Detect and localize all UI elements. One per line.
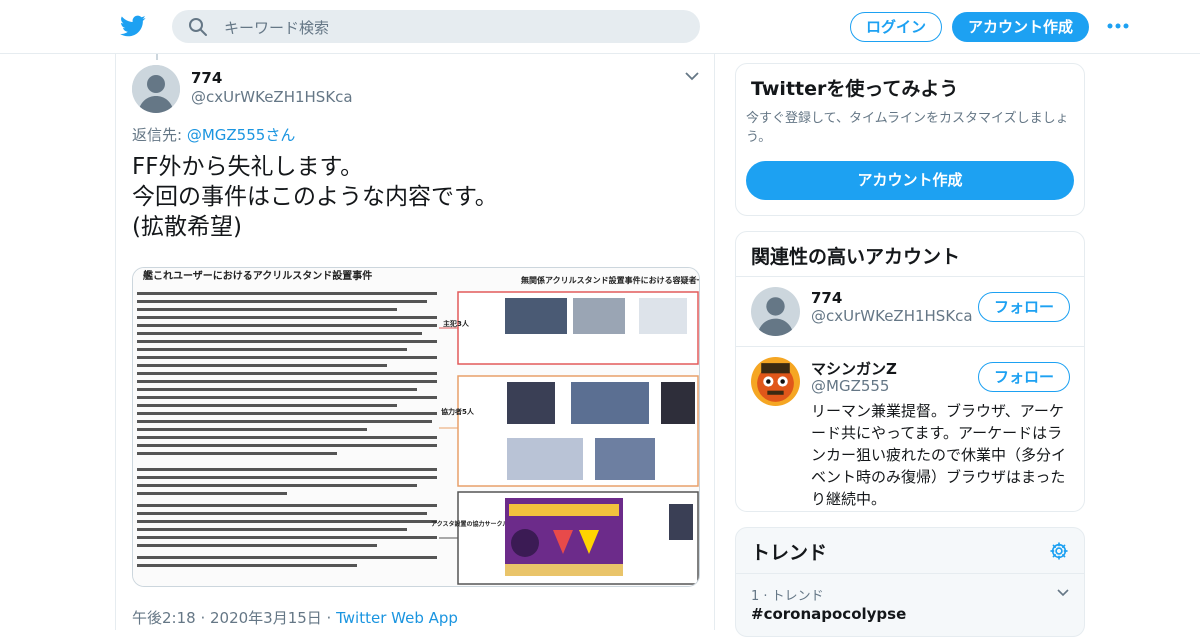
trends-title: トレンド (751, 542, 828, 564)
related-account-name[interactable]: 774 (811, 289, 842, 307)
related-accounts-card: 関連性の高いアカウント 774 @cxUrWKeZH1HSKca フォロー マシ… (735, 231, 1085, 512)
gear-icon[interactable] (1049, 541, 1069, 561)
default-avatar-icon (751, 287, 800, 336)
try-twitter-card: Twitterを使ってみよう 今すぐ登録して、タイムラインをカスタマイズしましょ… (735, 63, 1085, 216)
signup-button[interactable]: アカウント作成 (952, 12, 1089, 42)
tweet-detail: 774 @cxUrWKeZH1HSKca 返信先: @MGZ555さん FF外か… (115, 54, 715, 630)
related-account-name[interactable]: マシンガンZ (811, 358, 897, 379)
reply-context: 返信先: @MGZ555さん (132, 124, 295, 145)
tweet-attached-image[interactable]: 艦これユーザーにおけるアクリルスタンド設置事件 無関係アクリルスタンド設置事件に… (132, 267, 700, 587)
tweet-author-name[interactable]: 774 (191, 69, 222, 87)
divider (736, 573, 1084, 574)
related-account-handle[interactable]: @cxUrWKeZH1HSKca (811, 307, 973, 325)
create-account-button[interactable]: アカウント作成 (746, 161, 1074, 200)
follow-button[interactable]: フォロー (978, 362, 1070, 392)
image-section-main: 主犯3人 (443, 319, 470, 328)
image-left-title: 艦これユーザーにおけるアクリルスタンド設置事件 (143, 269, 372, 282)
chevron-down-icon[interactable] (684, 70, 700, 82)
trend-name[interactable]: #coronapocolypse (751, 605, 906, 623)
divider (736, 276, 1084, 277)
tweet-source-link[interactable]: Twitter Web App (336, 609, 458, 627)
search-icon (189, 18, 207, 36)
try-twitter-description: 今すぐ登録して、タイムラインをカスタマイズしましょう。 (746, 111, 1069, 145)
reply-suffix: さん (265, 126, 296, 144)
tweet-text: FF外から失礼します。 今回の事件はこのような内容です。 (拡散希望) (132, 154, 498, 240)
search-placeholder[interactable]: キーワード検索 (224, 17, 329, 38)
top-navigation-bar: キーワード検索 ログイン アカウント作成 (0, 0, 1200, 54)
divider (736, 346, 1084, 347)
trends-card: トレンド 1 · トレンド #coronapocolypse (735, 527, 1085, 637)
avatar[interactable] (132, 65, 180, 113)
search-box[interactable]: キーワード検索 (172, 10, 700, 43)
reply-prefix: 返信先: (132, 126, 187, 144)
image-section-circle: アクスタ設置の協力サークル (431, 520, 508, 528)
chevron-down-icon[interactable] (1056, 588, 1070, 598)
login-button[interactable]: ログイン (850, 12, 942, 42)
default-avatar-icon (132, 65, 180, 113)
thread-connector (156, 54, 158, 60)
related-accounts-title: 関連性の高いアカウント (751, 246, 961, 268)
try-twitter-title: Twitterを使ってみよう (751, 78, 959, 100)
tweet-time[interactable]: 午後2:18 · 2020年3月15日 · (132, 609, 336, 627)
avatar[interactable] (751, 357, 800, 406)
related-account-handle[interactable]: @MGZ555 (811, 377, 889, 395)
reply-target-link[interactable]: @MGZ555 (187, 126, 265, 144)
follow-button[interactable]: フォロー (978, 292, 1070, 322)
trend-rank: 1 · トレンド (751, 589, 824, 604)
image-right-title: 無関係アクリルスタンド設置事件における容疑者一覧 (521, 275, 699, 285)
robot-avatar-icon (751, 357, 800, 406)
twitter-bird-icon[interactable] (119, 13, 147, 39)
tweet-author-handle[interactable]: @cxUrWKeZH1HSKca (191, 88, 353, 106)
document-collage-image: 艦これユーザーにおけるアクリルスタンド設置事件 無関係アクリルスタンド設置事件に… (133, 268, 699, 586)
tweet-timestamp: 午後2:18 · 2020年3月15日 · Twitter Web App (132, 607, 458, 628)
related-account-bio: リーマン兼業提督。ブラウザ、アーケード共にやってます。アーケードはランカー狙い疲… (811, 402, 1067, 508)
more-options-icon[interactable] (1106, 18, 1130, 34)
avatar[interactable] (751, 287, 800, 336)
image-section-coop: 協力者5人 (441, 407, 475, 416)
